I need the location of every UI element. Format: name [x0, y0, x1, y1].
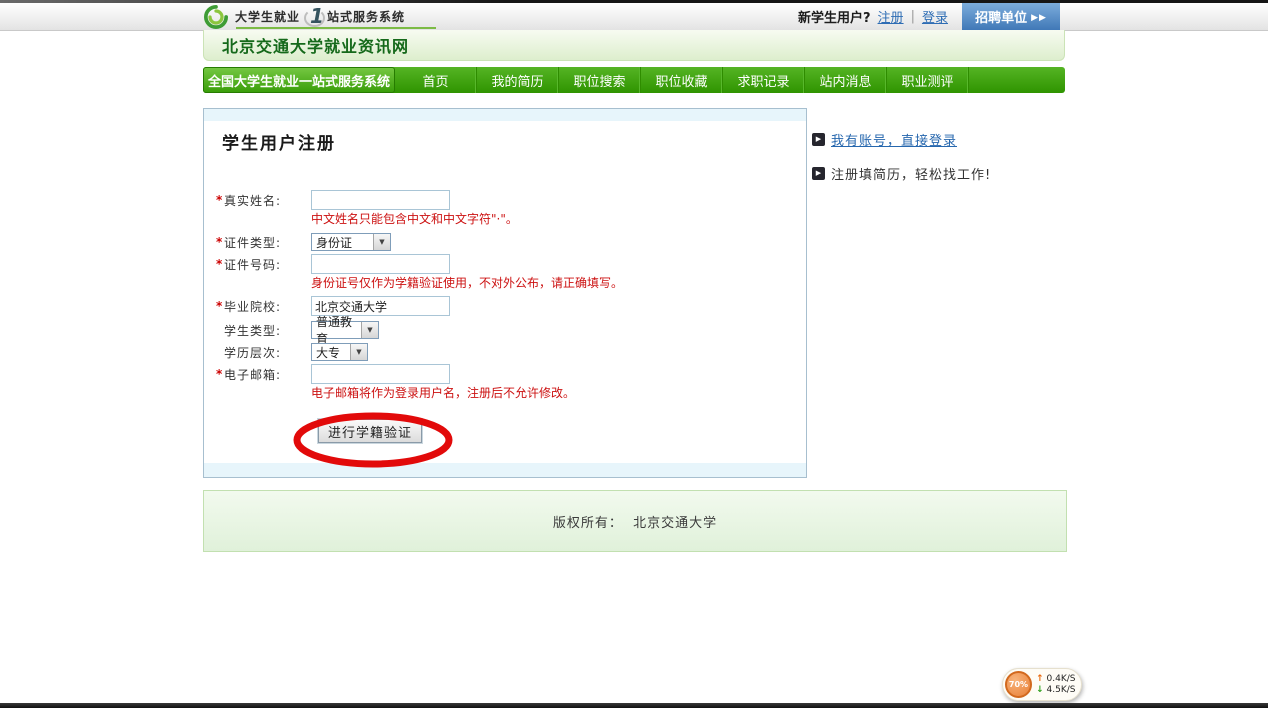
- download-speed-row: ↓ 4.5K/S: [1036, 685, 1076, 695]
- upload-speed-row: ↑ 0.4K/S: [1036, 674, 1076, 684]
- email-label: 电子邮箱:: [224, 366, 311, 383]
- nav-tab-site-messages[interactable]: 站内消息: [805, 67, 887, 93]
- bullet-arrow-icon: ▶: [812, 167, 825, 180]
- network-speed-widget[interactable]: 70% ↑ 0.4K/S ↓ 4.5K/S: [1002, 668, 1082, 701]
- degree-level-label: 学历层次:: [224, 344, 311, 361]
- logo-underline: [236, 27, 436, 29]
- download-arrow-icon: ↓: [1036, 685, 1044, 695]
- real-name-label: 真实姓名:: [224, 192, 311, 209]
- new-user-prompt: 新学生用户?: [798, 7, 871, 26]
- student-type-selected-value: 普通教育: [312, 313, 361, 347]
- nav-tab-home[interactable]: 首页: [395, 67, 477, 93]
- logo-text-right: 站式服务系统: [327, 8, 405, 25]
- real-name-row: * 真实姓名:: [204, 190, 806, 210]
- link-separator: |: [911, 9, 915, 24]
- student-type-select[interactable]: 普通教育 ▼: [311, 321, 379, 339]
- window-bottom-edge: [0, 703, 1268, 708]
- id-number-input[interactable]: [311, 254, 450, 274]
- degree-level-select[interactable]: 大专 ▼: [311, 343, 368, 361]
- student-type-row: 学生类型: 普通教育 ▼: [204, 320, 806, 340]
- email-hint: 电子邮箱将作为登录用户名，注册后不允许修改。: [204, 386, 806, 400]
- logo-text-left: 大学生就业: [235, 8, 300, 25]
- login-link[interactable]: 登录: [922, 7, 948, 26]
- logo-swirl-icon: [204, 5, 228, 29]
- id-number-label: 证件号码:: [224, 256, 311, 273]
- required-marker: *: [216, 257, 224, 271]
- upload-arrow-icon: ↑: [1036, 674, 1044, 684]
- real-name-hint: 中文姓名只能包含中文和中文字符"·"。: [204, 212, 806, 226]
- nav-tab-job-favorites[interactable]: 职位收藏: [641, 67, 723, 93]
- email-row: * 电子邮箱:: [204, 364, 806, 384]
- nav-tab-application-history[interactable]: 求职记录: [723, 67, 805, 93]
- school-row: * 毕业院校:: [204, 296, 806, 316]
- id-number-hint: 身份证号仅作为学籍验证使用，不对外公布，请正确填写。: [204, 276, 806, 290]
- nav-system-label: 全国大学生就业一站式服务系统: [203, 67, 395, 93]
- student-type-label: 学生类型:: [224, 322, 311, 339]
- nav-tab-career-test[interactable]: 职业测评: [887, 67, 969, 93]
- registration-form-panel: 学生用户注册 * 真实姓名: 中文姓名只能包含中文和中文字符"·"。 * 证件类…: [203, 108, 807, 478]
- employer-button-label: 招聘单位: [975, 7, 1027, 26]
- chevron-down-icon: ▼: [350, 344, 367, 360]
- slogan-text: 注册填简历，轻松找工作!: [831, 164, 991, 183]
- sidebar: ▶ 我有账号，直接登录 ▶ 注册填简历，轻松找工作!: [812, 131, 1062, 199]
- page: 大学生就业 1 站式服务系统 新学生用户? 注册 | 登录 招聘单位 ▶▶ 北京…: [0, 0, 1268, 710]
- copyright-text: 版权所有： 北京交通大学: [553, 512, 717, 531]
- footer: 版权所有： 北京交通大学: [203, 490, 1067, 552]
- main-nav: 全国大学生就业一站式服务系统 首页 我的简历 职位搜索 职位收藏 求职记录 站内…: [203, 67, 1065, 93]
- nav-tab-job-search[interactable]: 职位搜索: [559, 67, 641, 93]
- have-account-login-link[interactable]: 我有账号，直接登录: [831, 130, 957, 149]
- id-type-select[interactable]: 身份证 ▼: [311, 233, 391, 251]
- logo-one-numeral: 1: [310, 4, 324, 28]
- panel-top-strip: [204, 109, 806, 121]
- form-body: * 真实姓名: 中文姓名只能包含中文和中文字符"·"。 * 证件类型: 身份证 …: [204, 190, 806, 443]
- double-arrow-icon: ▶▶: [1031, 13, 1047, 23]
- id-type-row: * 证件类型: 身份证 ▼: [204, 232, 806, 252]
- bullet-arrow-icon: ▶: [812, 133, 825, 146]
- chevron-down-icon: ▼: [361, 322, 378, 338]
- real-name-input[interactable]: [311, 190, 450, 210]
- verify-enrollment-button[interactable]: 进行学籍验证: [318, 419, 422, 443]
- network-stats: ↑ 0.4K/S ↓ 4.5K/S: [1036, 674, 1076, 695]
- register-link[interactable]: 注册: [878, 7, 904, 26]
- degree-level-row: 学历层次: 大专 ▼: [204, 342, 806, 362]
- required-marker: *: [216, 367, 224, 381]
- download-speed-value: 4.5K/S: [1047, 685, 1076, 695]
- required-marker: *: [216, 299, 224, 313]
- panel-bottom-strip: [204, 463, 806, 477]
- sidebar-login-item[interactable]: ▶ 我有账号，直接登录: [812, 131, 1062, 147]
- chevron-down-icon: ▼: [373, 234, 390, 250]
- id-number-row: * 证件号码:: [204, 254, 806, 274]
- email-input[interactable]: [311, 364, 450, 384]
- required-marker: *: [216, 235, 224, 249]
- header-bar: 大学生就业 1 站式服务系统 新学生用户? 注册 | 登录 招聘单位 ▶▶: [0, 3, 1268, 31]
- school-label: 毕业院校:: [224, 298, 311, 315]
- form-title: 学生用户注册: [222, 129, 336, 154]
- header-links: 新学生用户? 注册 | 登录: [798, 3, 948, 29]
- sidebar-slogan-item: ▶ 注册填简历，轻松找工作!: [812, 165, 1062, 181]
- site-banner: 北京交通大学就业资讯网: [203, 30, 1065, 61]
- submit-row: 进行学籍验证: [204, 419, 806, 443]
- employer-button[interactable]: 招聘单位 ▶▶: [962, 3, 1060, 30]
- id-type-selected-value: 身份证: [312, 234, 373, 251]
- battery-percent-badge[interactable]: 70%: [1005, 671, 1032, 698]
- upload-speed-value: 0.4K/S: [1047, 674, 1076, 684]
- id-type-label: 证件类型:: [224, 234, 311, 251]
- site-title: 北京交通大学就业资讯网: [222, 33, 409, 57]
- degree-level-selected-value: 大专: [312, 344, 350, 361]
- nav-tab-my-resume[interactable]: 我的简历: [477, 67, 559, 93]
- logo: 大学生就业 1 站式服务系统: [204, 4, 405, 29]
- required-marker: *: [216, 193, 224, 207]
